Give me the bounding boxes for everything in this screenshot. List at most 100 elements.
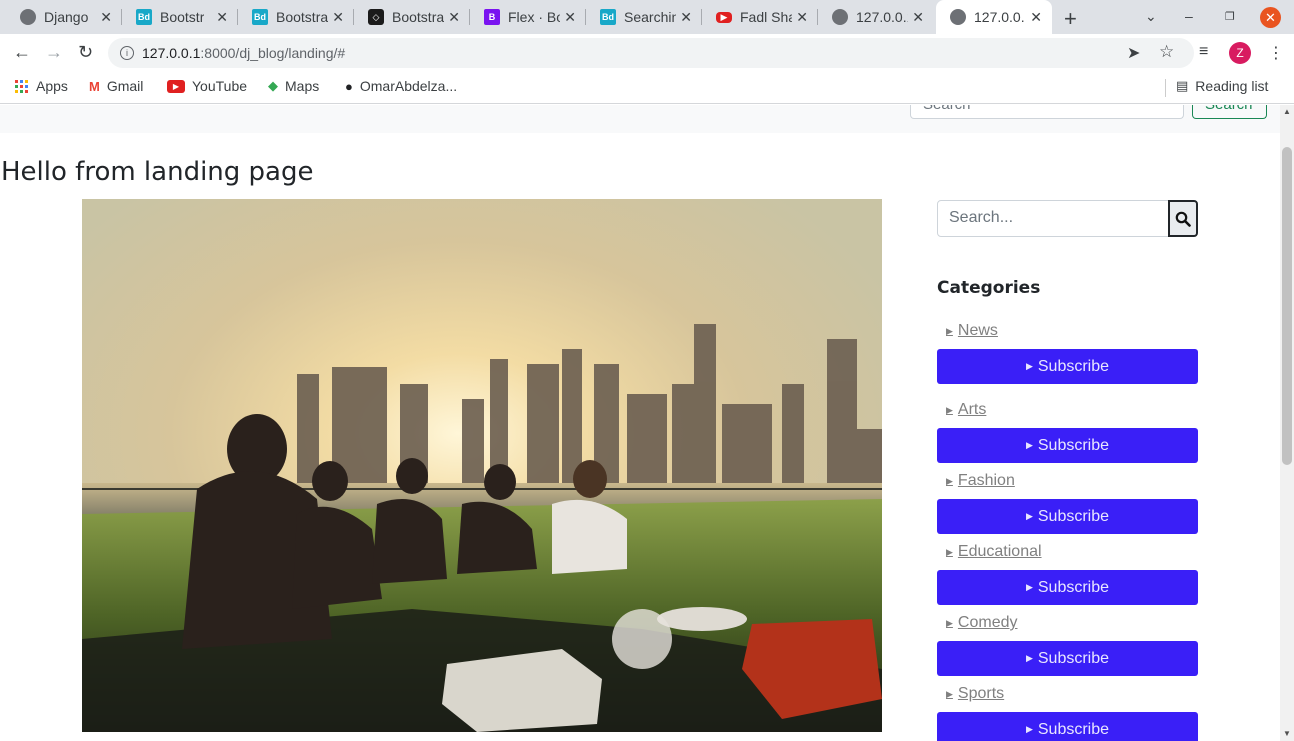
browser-tab-active[interactable]: 127.0.0.1 ✕ — [936, 0, 1052, 34]
caret-right-icon: ▶ — [1025, 724, 1033, 734]
browser-tab[interactable]: Django ✕ — [6, 0, 122, 34]
bookmarks-bar: Apps M Gmail ▶ YouTube ◆ Maps ● OmarAbde… — [0, 72, 1294, 104]
github-icon: ● — [345, 78, 353, 94]
caret-right-icon: ▶ — [946, 546, 953, 557]
globe-icon — [832, 9, 848, 25]
youtube-icon: ▶ — [167, 79, 185, 93]
avatar[interactable]: Z — [1229, 42, 1251, 64]
close-tab-icon[interactable]: ✕ — [216, 9, 228, 26]
url-text: 127.0.0.1:8000/dj_blog/landing/# — [142, 45, 346, 61]
browser-tab[interactable]: Bd Bootstrap ✕ — [122, 0, 238, 34]
youtube-icon: ▶ — [716, 11, 732, 23]
subscribe-button[interactable]: ▶ Subscribe — [937, 499, 1198, 534]
picnic-skyline-photo — [82, 199, 882, 732]
apps-grid-icon — [15, 79, 28, 93]
close-tab-icon[interactable]: ✕ — [100, 9, 112, 26]
bookmarks-divider — [1165, 79, 1166, 97]
tab-title: Bootstrap — [160, 9, 204, 25]
caret-right-icon: ▶ — [1025, 582, 1033, 592]
tab-title: Bootstrap — [276, 9, 328, 25]
restore-icon[interactable]: ❐ — [1225, 10, 1235, 23]
bookmark-github[interactable]: ● OmarAbdelza... — [345, 78, 457, 94]
subscribe-button[interactable]: ▶ Subscribe — [937, 570, 1198, 605]
menu-kebab-icon[interactable]: ⋮ — [1268, 43, 1284, 63]
minimize-icon[interactable]: – — [1185, 8, 1193, 24]
back-icon[interactable]: ← — [13, 42, 31, 63]
bookmark-star-icon[interactable]: ☆ — [1159, 42, 1174, 62]
close-tab-icon[interactable]: ✕ — [680, 9, 692, 26]
browser-tab[interactable]: 127.0.0.1 ✕ — [818, 0, 934, 34]
caret-right-icon: ▶ — [1025, 511, 1033, 521]
close-tab-icon[interactable]: ✕ — [1030, 9, 1042, 26]
hero-image — [82, 199, 882, 732]
gmail-icon: M — [89, 78, 100, 94]
globe-icon — [20, 9, 36, 25]
navbar-search-input[interactable]: Search — [910, 105, 1184, 119]
media-queue-icon[interactable]: ≡ — [1199, 43, 1208, 61]
send-icon[interactable]: ➤ — [1127, 43, 1140, 63]
bootstrap-icon: B — [484, 9, 500, 25]
browser-tab[interactable]: B Flex · Bo ✕ — [470, 0, 586, 34]
subscribe-button[interactable]: ▶ Subscribe — [937, 712, 1198, 741]
bookmark-maps[interactable]: ◆ Maps — [268, 78, 319, 94]
sidebar-search-input[interactable]: Search... — [937, 200, 1169, 237]
search-icon — [1175, 211, 1191, 227]
page-title: Hello from landing page — [1, 157, 314, 187]
close-tab-icon[interactable]: ✕ — [448, 9, 460, 26]
bookmark-youtube[interactable]: ▶ YouTube — [167, 78, 247, 94]
category-link-news[interactable]: ▶ News — [946, 322, 998, 340]
window-close-button[interactable]: ✕ — [1260, 7, 1281, 28]
subscribe-button[interactable]: ▶ Subscribe — [937, 428, 1198, 463]
caret-right-icon: ▶ — [946, 475, 953, 486]
address-bar[interactable]: i 127.0.0.1:8000/dj_blog/landing/# — [108, 38, 1194, 68]
subscribe-button[interactable]: ▶ Subscribe — [937, 641, 1198, 676]
scroll-up-icon[interactable]: ▲ — [1283, 107, 1291, 116]
category-link-comedy[interactable]: ▶ Comedy — [946, 614, 1018, 632]
navbar-search-button[interactable]: Search — [1192, 105, 1267, 119]
close-tab-icon[interactable]: ✕ — [332, 9, 344, 26]
page-viewport: Search Search Hello from landing page — [0, 105, 1294, 741]
tab-title: 127.0.0.1 — [856, 9, 908, 25]
site-info-icon[interactable]: i — [120, 46, 134, 60]
bookmark-gmail[interactable]: M Gmail — [89, 78, 143, 94]
reload-icon[interactable]: ↻ — [78, 42, 93, 63]
category-link-educational[interactable]: ▶ Educational — [946, 543, 1042, 561]
tab-title: Flex · Bo — [508, 9, 560, 25]
caret-right-icon: ▶ — [946, 404, 953, 415]
browser-tab[interactable]: Bd Searching ✕ — [586, 0, 702, 34]
browser-tab[interactable]: ◇ Bootstrap ✕ — [354, 0, 470, 34]
maps-icon: ◆ — [268, 78, 278, 93]
scroll-down-icon[interactable]: ▼ — [1283, 729, 1291, 738]
caret-right-icon: ▶ — [1025, 361, 1033, 371]
bookmark-apps[interactable]: Apps — [15, 78, 68, 94]
scrollbar-thumb[interactable] — [1282, 147, 1292, 465]
tab-title: Bootstrap — [392, 9, 444, 25]
browser-toolbar: ← → ↻ i 127.0.0.1:8000/dj_blog/landing/#… — [0, 34, 1294, 72]
category-link-sports[interactable]: ▶ Sports — [946, 685, 1004, 703]
tab-title: Searching — [624, 9, 676, 25]
tab-title: Fadl Sha — [740, 9, 792, 25]
forward-icon[interactable]: → — [45, 42, 63, 63]
close-tab-icon[interactable]: ✕ — [564, 9, 576, 26]
subscribe-button[interactable]: ▶ Subscribe — [937, 349, 1198, 384]
caret-right-icon: ▶ — [946, 617, 953, 628]
category-link-arts[interactable]: ▶ Arts — [946, 401, 986, 419]
browser-tab[interactable]: ▶ Fadl Sha ✕ — [702, 0, 818, 34]
codepen-icon: ◇ — [368, 9, 384, 25]
caret-right-icon: ▶ — [946, 688, 953, 699]
close-tab-icon[interactable]: ✕ — [912, 9, 924, 26]
caret-right-icon: ▶ — [946, 325, 953, 336]
categories-heading: Categories — [937, 278, 1041, 298]
page-scrollbar[interactable]: ▲ ▼ — [1280, 105, 1294, 741]
tab-title: 127.0.0.1 — [974, 9, 1024, 25]
tab-strip: Django ✕ Bd Bootstrap ✕ Bd Bootstrap ✕ ◇… — [0, 0, 1294, 34]
new-tab-button[interactable]: + — [1064, 6, 1077, 32]
category-link-fashion[interactable]: ▶ Fashion — [946, 472, 1015, 490]
reading-list-button[interactable]: ▤ Reading list — [1176, 78, 1268, 94]
tab-search-icon[interactable]: ⌄ — [1145, 8, 1157, 25]
globe-icon — [950, 9, 966, 25]
sidebar-search-button[interactable] — [1168, 200, 1198, 237]
close-tab-icon[interactable]: ✕ — [796, 9, 808, 26]
caret-right-icon: ▶ — [1025, 653, 1033, 663]
browser-tab[interactable]: Bd Bootstrap ✕ — [238, 0, 354, 34]
